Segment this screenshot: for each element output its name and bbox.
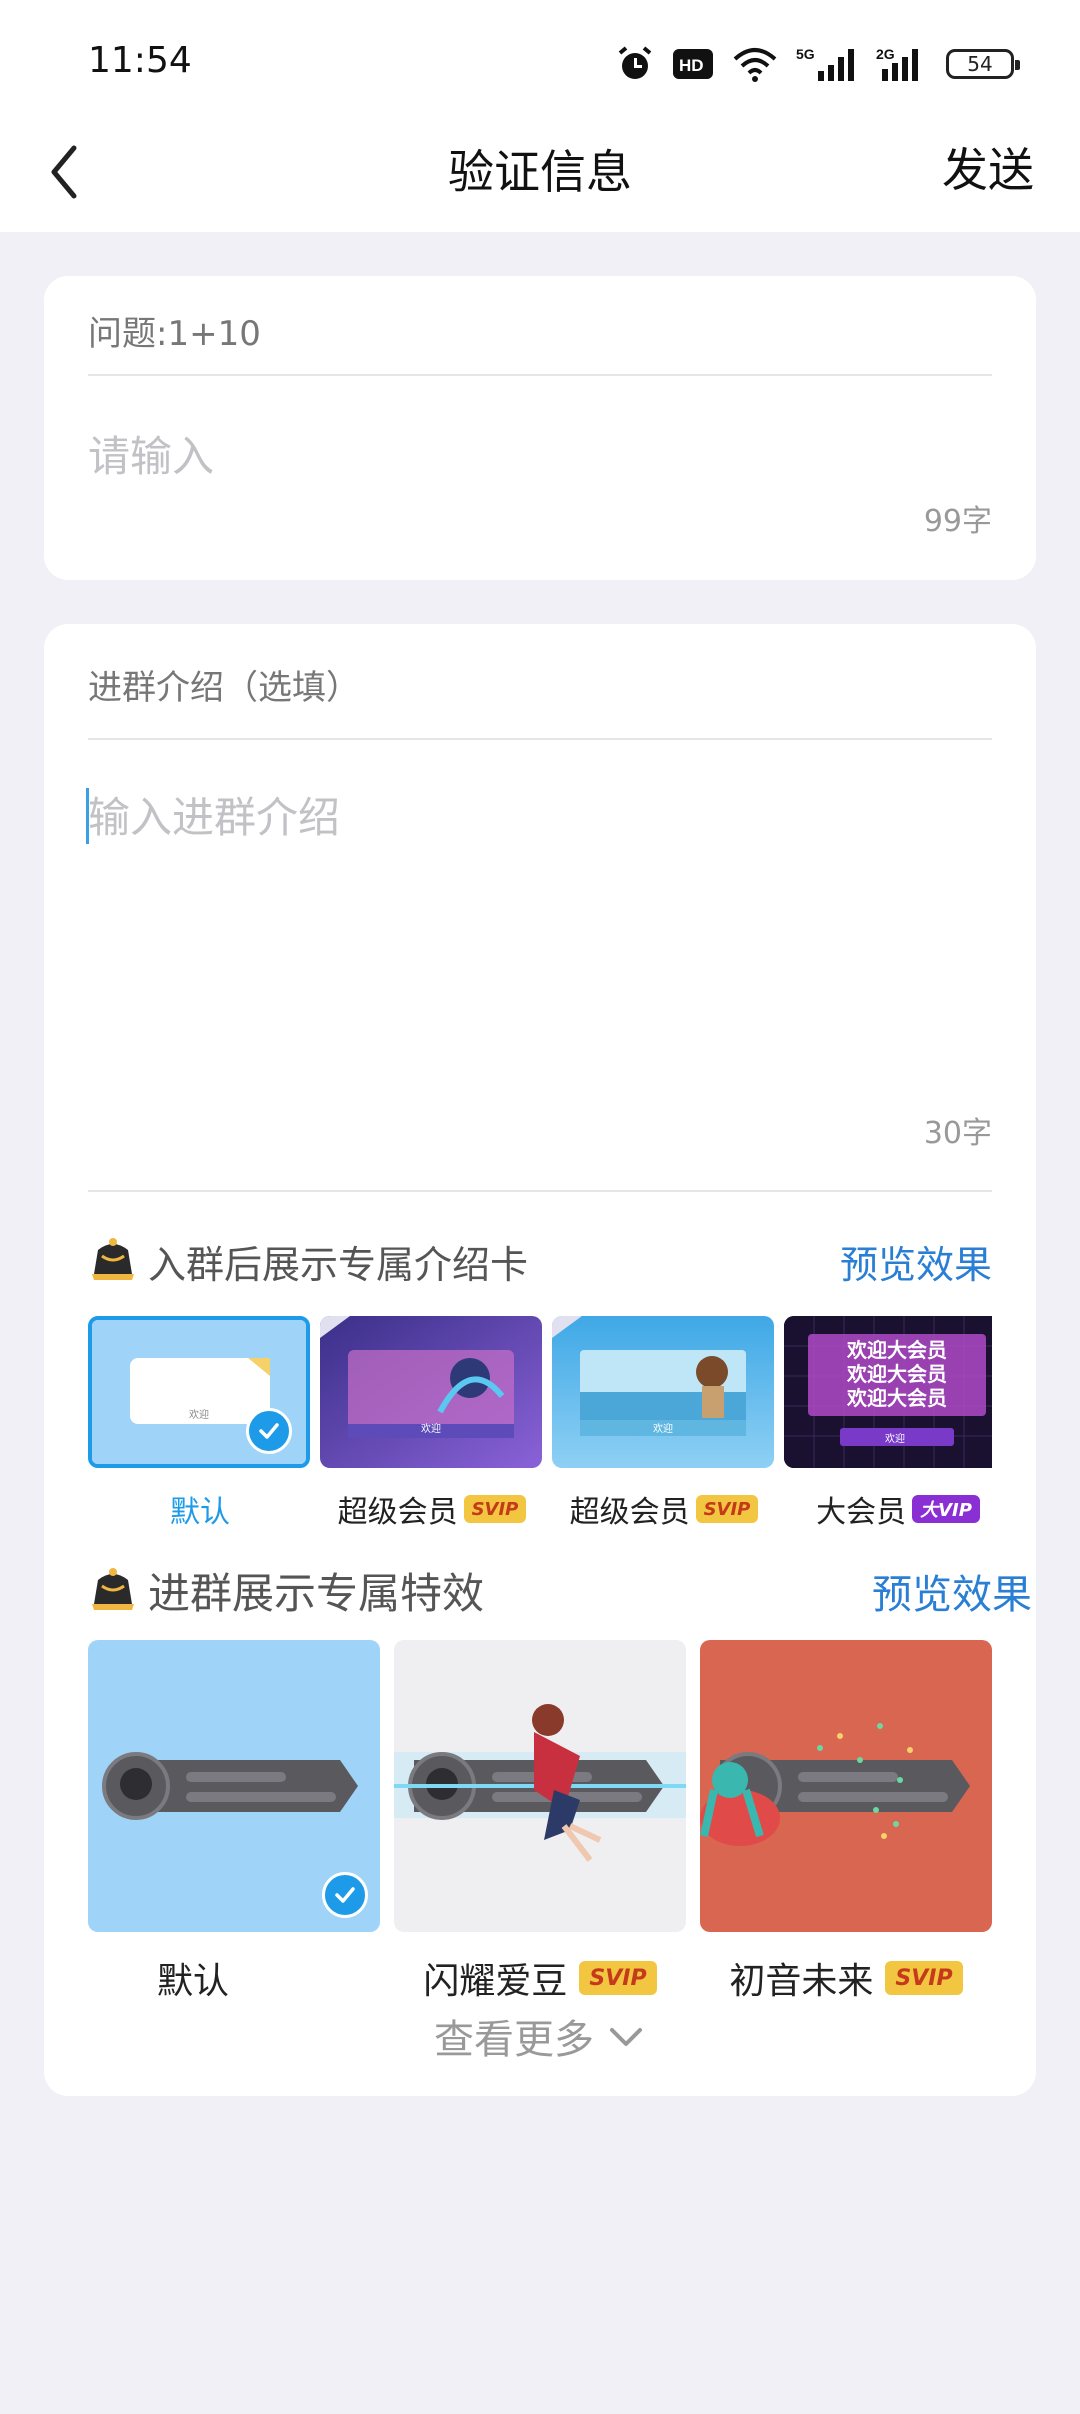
svip-badge: SVIP [885, 1961, 963, 1995]
effect-option-label-row: 默认 [88, 1952, 298, 2000]
intro-card-section-title: 入群后展示专属介绍卡 [148, 1243, 529, 1287]
intro-card-caption: 欢迎 [421, 1424, 441, 1435]
intro-option-label: 超级会员 [569, 1495, 690, 1530]
intro-card-option-svip-1[interactable]: 欢迎 [320, 1316, 542, 1468]
banner-text: 欢迎大会员 欢迎大会员 欢迎大会员 [847, 1338, 947, 1410]
divider [88, 374, 992, 376]
text-caret [86, 788, 89, 844]
answer-char-counter: 99字 [923, 504, 992, 539]
effect-option-default[interactable] [88, 1640, 380, 1932]
intro-card-caption: 欢迎 [885, 1434, 905, 1445]
divider [88, 1190, 992, 1192]
effect-preview-link[interactable]: 预览效果 [872, 1562, 1032, 1620]
status-time: 11:54 [88, 40, 192, 81]
svip-badge: SVIP [695, 1495, 759, 1523]
intro-card-option-default[interactable]: 欢迎 [88, 1316, 310, 1468]
crown-icon [92, 1568, 134, 1610]
view-more-button[interactable]: 查看更多 [44, 2006, 1036, 2066]
send-button[interactable]: 发送 [942, 134, 1034, 200]
2g-signal-icon: 2G [876, 46, 918, 81]
big-vip-badge: 大VIP [912, 1495, 980, 1523]
view-more-label: 查看更多 [434, 2017, 594, 2063]
question-card: 问题:1+10 99字 [44, 276, 1036, 580]
intro-option-label: 默认 [170, 1495, 230, 1530]
intro-card-thumbnail [320, 1316, 542, 1468]
svg-text:HD: HD [679, 56, 704, 75]
intro-card-preview-link[interactable]: 预览效果 [840, 1234, 992, 1289]
effect-strip[interactable]: 默认 闪耀爱豆 SVIP 初音未来 SVIP [88, 1640, 992, 2000]
intro-option-label-row: 大会员 大VIP [782, 1484, 992, 1534]
check-icon [246, 1408, 292, 1454]
svg-text:5G: 5G [796, 46, 815, 62]
alarm-icon [618, 46, 652, 79]
5g-signal-icon: 5G [796, 46, 854, 81]
wifi-icon [733, 48, 777, 82]
hd-icon: HD [673, 49, 713, 79]
effect-option-label: 默认 [156, 1961, 229, 2000]
effect-thumbnail [700, 1723, 970, 1846]
answer-input[interactable] [88, 426, 938, 486]
intro-card-caption: 欢迎 [653, 1424, 673, 1435]
intro-card: 进群介绍（选填） 30字 入群后展示专属介绍卡 预览效果 欢迎 [44, 624, 1036, 2096]
intro-char-counter: 30字 [923, 1116, 992, 1151]
battery-icon: 54 [946, 49, 1020, 79]
crown-icon [92, 1238, 134, 1280]
intro-option-label-row: 超级会员 SVIP [548, 1484, 780, 1534]
effect-option-label-row: 闪耀爱豆 SVIP [394, 1952, 686, 2000]
intro-option-label-row: 超级会员 SVIP [316, 1484, 548, 1534]
status-icons: HD 5G 2G 54 [616, 40, 1020, 88]
svg-text:2G: 2G [876, 46, 895, 62]
battery-level: 54 [967, 52, 993, 76]
intro-card-thumbnail [552, 1316, 774, 1468]
intro-card-option-big-vip[interactable]: 欢迎大会员 欢迎大会员 欢迎大会员 欢迎 [784, 1316, 992, 1468]
effect-option-label-row: 初音未来 SVIP [700, 1952, 992, 2000]
divider [88, 738, 992, 740]
effect-option-hatsune-miku[interactable] [700, 1640, 992, 1932]
intro-card-strip[interactable]: 欢迎 默认 欢迎 超级会员 SVIP 欢迎 超级会员 SVIP 欢迎大会员 欢迎… [88, 1316, 992, 1546]
effect-section-header: 进群展示专属特效 预览效果 [88, 1558, 1032, 1618]
question-label: 问题:1+10 [88, 314, 261, 354]
intro-card-option-svip-2[interactable]: 欢迎 [552, 1316, 774, 1468]
intro-label: 进群介绍（选填） [88, 668, 360, 708]
effect-thumbnail [394, 1704, 686, 1862]
status-bar: 11:54 HD 5G 2G 54 [0, 0, 1080, 120]
effect-option-label: 闪耀爱豆 [423, 1961, 568, 2000]
effect-option-label: 初音未来 [729, 1961, 874, 2000]
nav-bar: 验证信息 发送 [0, 120, 1080, 232]
intro-input[interactable] [88, 784, 988, 844]
effect-section-title: 进群展示专属特效 [148, 1569, 485, 1618]
intro-option-label-row: 默认 [88, 1484, 316, 1534]
check-icon [322, 1872, 368, 1918]
svip-badge: SVIP [463, 1495, 527, 1523]
intro-option-label: 超级会员 [337, 1495, 458, 1530]
intro-card-section-header: 入群后展示专属介绍卡 预览效果 [88, 1228, 992, 1288]
svip-badge: SVIP [579, 1961, 657, 1995]
intro-option-label: 大会员 [816, 1495, 907, 1530]
effect-option-shining-idol[interactable] [394, 1640, 686, 1932]
page-title: 验证信息 [448, 145, 632, 199]
chevron-down-icon [610, 2028, 642, 2046]
